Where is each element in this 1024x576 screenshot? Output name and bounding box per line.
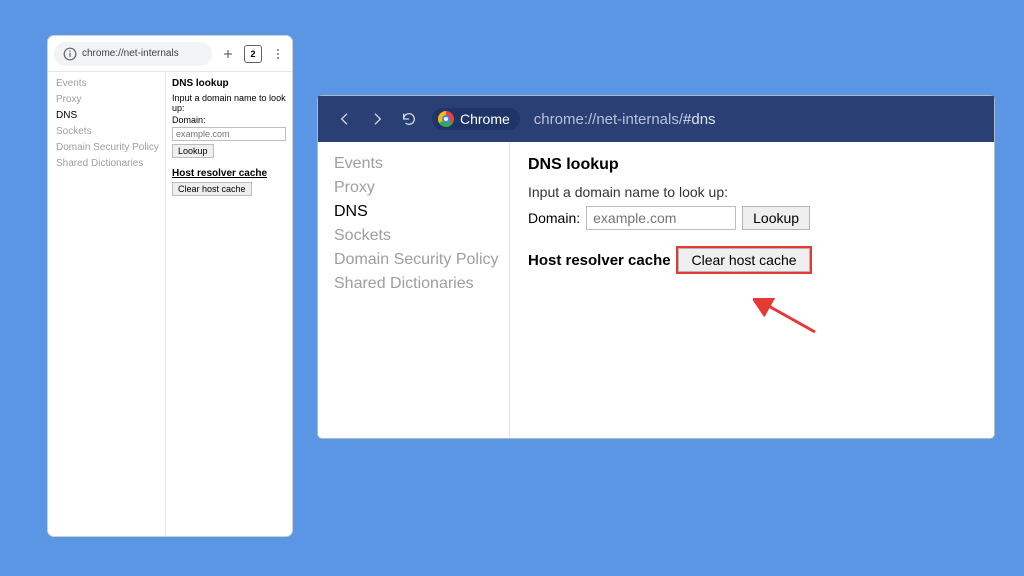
host-resolver-cache-heading: Host resolver cache [528,252,671,269]
url-base: chrome://net-internals/ [534,111,683,128]
sidebar-item-sockets[interactable]: Sockets [52,124,165,140]
back-button[interactable] [336,110,354,128]
browser-window-large: Chrome chrome://net-internals/#dns Event… [318,96,994,438]
url-fragment: #dns [683,111,716,128]
sidebar: Events Proxy DNS Sockets Domain Security… [48,72,166,536]
dns-lookup-instruction: Input a domain name to look up: [528,184,976,200]
reload-button[interactable] [400,110,418,128]
chrome-chip-label: Chrome [460,111,510,127]
domain-label: Domain: [528,210,580,226]
sidebar-item-domain-security-policy[interactable]: Domain Security Policy [334,248,509,272]
address-bar[interactable]: chrome://net-internals/#dns [534,111,716,128]
main-pane: DNS lookup Input a domain name to look u… [166,72,292,536]
sidebar-item-dns[interactable]: DNS [52,108,165,124]
address-bar[interactable]: chrome://net-internals [54,42,212,66]
sidebar-item-shared-dictionaries[interactable]: Shared Dictionaries [334,272,509,296]
forward-button[interactable] [368,110,386,128]
sidebar-item-events[interactable]: Events [334,152,509,176]
chrome-chip: Chrome [432,108,520,130]
chrome-logo-icon [438,111,454,127]
sidebar-item-domain-security-policy[interactable]: Domain Security Policy [52,140,165,156]
kebab-menu-icon[interactable] [270,46,286,62]
tab-bar: chrome://net-internals 2 [48,36,292,72]
window-body: Events Proxy DNS Sockets Domain Security… [48,72,292,536]
sidebar-item-shared-dictionaries[interactable]: Shared Dictionaries [52,156,165,172]
chrome-top-bar: Chrome chrome://net-internals/#dns [318,96,994,142]
sidebar-item-events[interactable]: Events [52,76,165,92]
dns-lookup-heading: DNS lookup [528,156,976,174]
window-body: Events Proxy DNS Sockets Domain Security… [318,142,994,438]
lookup-button[interactable]: Lookup [172,144,214,158]
clear-host-cache-button[interactable]: Clear host cache [678,248,809,272]
domain-label: Domain: [172,115,286,125]
sidebar: Events Proxy DNS Sockets Domain Security… [318,142,510,438]
tab-count-button[interactable]: 2 [244,45,262,63]
lookup-button[interactable]: Lookup [742,206,810,230]
domain-input[interactable] [172,127,286,141]
info-icon [62,46,78,62]
domain-input[interactable] [586,206,736,230]
main-pane: DNS lookup Input a domain name to look u… [510,142,994,438]
dns-lookup-heading: DNS lookup [172,78,286,89]
dns-lookup-instruction: Input a domain name to look up: [172,93,286,113]
host-resolver-cache-heading: Host resolver cache [172,168,286,179]
sidebar-item-proxy[interactable]: Proxy [334,176,509,200]
clear-host-cache-button[interactable]: Clear host cache [172,182,252,196]
sidebar-item-proxy[interactable]: Proxy [52,92,165,108]
sidebar-item-dns[interactable]: DNS [334,200,509,224]
sidebar-item-sockets[interactable]: Sockets [334,224,509,248]
browser-window-small: chrome://net-internals 2 Events Proxy DN… [48,36,292,536]
url-text: chrome://net-internals [82,48,179,59]
new-tab-button[interactable] [220,46,236,62]
